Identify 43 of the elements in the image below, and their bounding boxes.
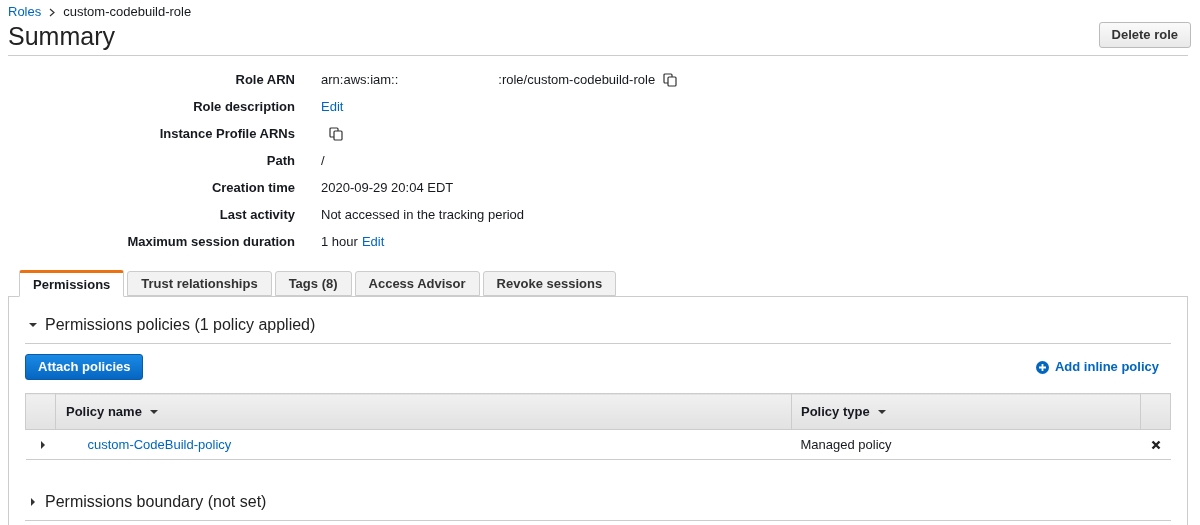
attach-policies-button[interactable]: Attach policies (25, 354, 144, 380)
section-heading[interactable]: Permissions policies (1 policy applied) (45, 313, 316, 337)
breadcrumb-current: custom-codebuild-role (63, 3, 192, 22)
detail-label: Instance Profile ARNs (158, 124, 295, 143)
caret-icon[interactable] (29, 498, 37, 506)
plus-circle-icon (1036, 360, 1049, 374)
sort-caret-icon[interactable] (149, 407, 158, 416)
delete-role-button[interactable]: Delete role (1098, 22, 1191, 48)
detail-label: Maximum session duration (126, 232, 295, 251)
detail-label: Creation time (210, 178, 295, 197)
tab[interactable]: Trust relationships (127, 271, 272, 296)
detail-value: 1 hour (321, 232, 358, 251)
table-cell: Managed policy (791, 429, 1141, 460)
detail-value: 2020-09-29 20:04 EDT (321, 178, 454, 197)
sort-caret-icon[interactable] (877, 407, 886, 416)
add-inline-policy-link[interactable]: Add inline policy (1036, 357, 1159, 377)
edit-link[interactable]: Edit (321, 96, 344, 117)
edit-link[interactable]: Edit (361, 231, 385, 252)
tab[interactable]: Revoke sessions (482, 271, 617, 296)
page-title: Summary (8, 21, 116, 52)
copy-icon[interactable] (663, 72, 678, 87)
remove-icon[interactable] (1150, 440, 1161, 451)
column-header[interactable]: Policy type (791, 393, 1141, 430)
detail-label: Role ARN (234, 70, 295, 89)
chevron-icon (49, 7, 56, 17)
detail-value: arn:aws:iam:: (321, 70, 399, 89)
section-heading[interactable]: Permissions boundary (not set) (45, 490, 267, 514)
detail-label: Path (265, 151, 295, 170)
column-header[interactable]: Policy name (55, 393, 792, 430)
detail-value: Not accessed in the tracking period (321, 205, 525, 224)
copy-icon[interactable] (329, 126, 343, 141)
policy-link[interactable]: custom-CodeBuild-policy (87, 436, 232, 452)
tab[interactable]: Tags (8) (274, 271, 352, 296)
table-header-cell (1140, 393, 1171, 430)
tab[interactable]: Permissions (19, 270, 125, 297)
expand-caret-icon[interactable] (38, 440, 47, 449)
detail-value: :role/custom-codebuild-role (498, 70, 656, 89)
breadcrumb-link[interactable]: Roles (8, 2, 42, 22)
caret-icon[interactable] (29, 321, 37, 329)
detail-label: Role description (192, 97, 295, 116)
detail-label: Last activity (218, 205, 295, 224)
detail-value: / (321, 151, 325, 170)
tab[interactable]: Access Advisor (354, 271, 480, 296)
